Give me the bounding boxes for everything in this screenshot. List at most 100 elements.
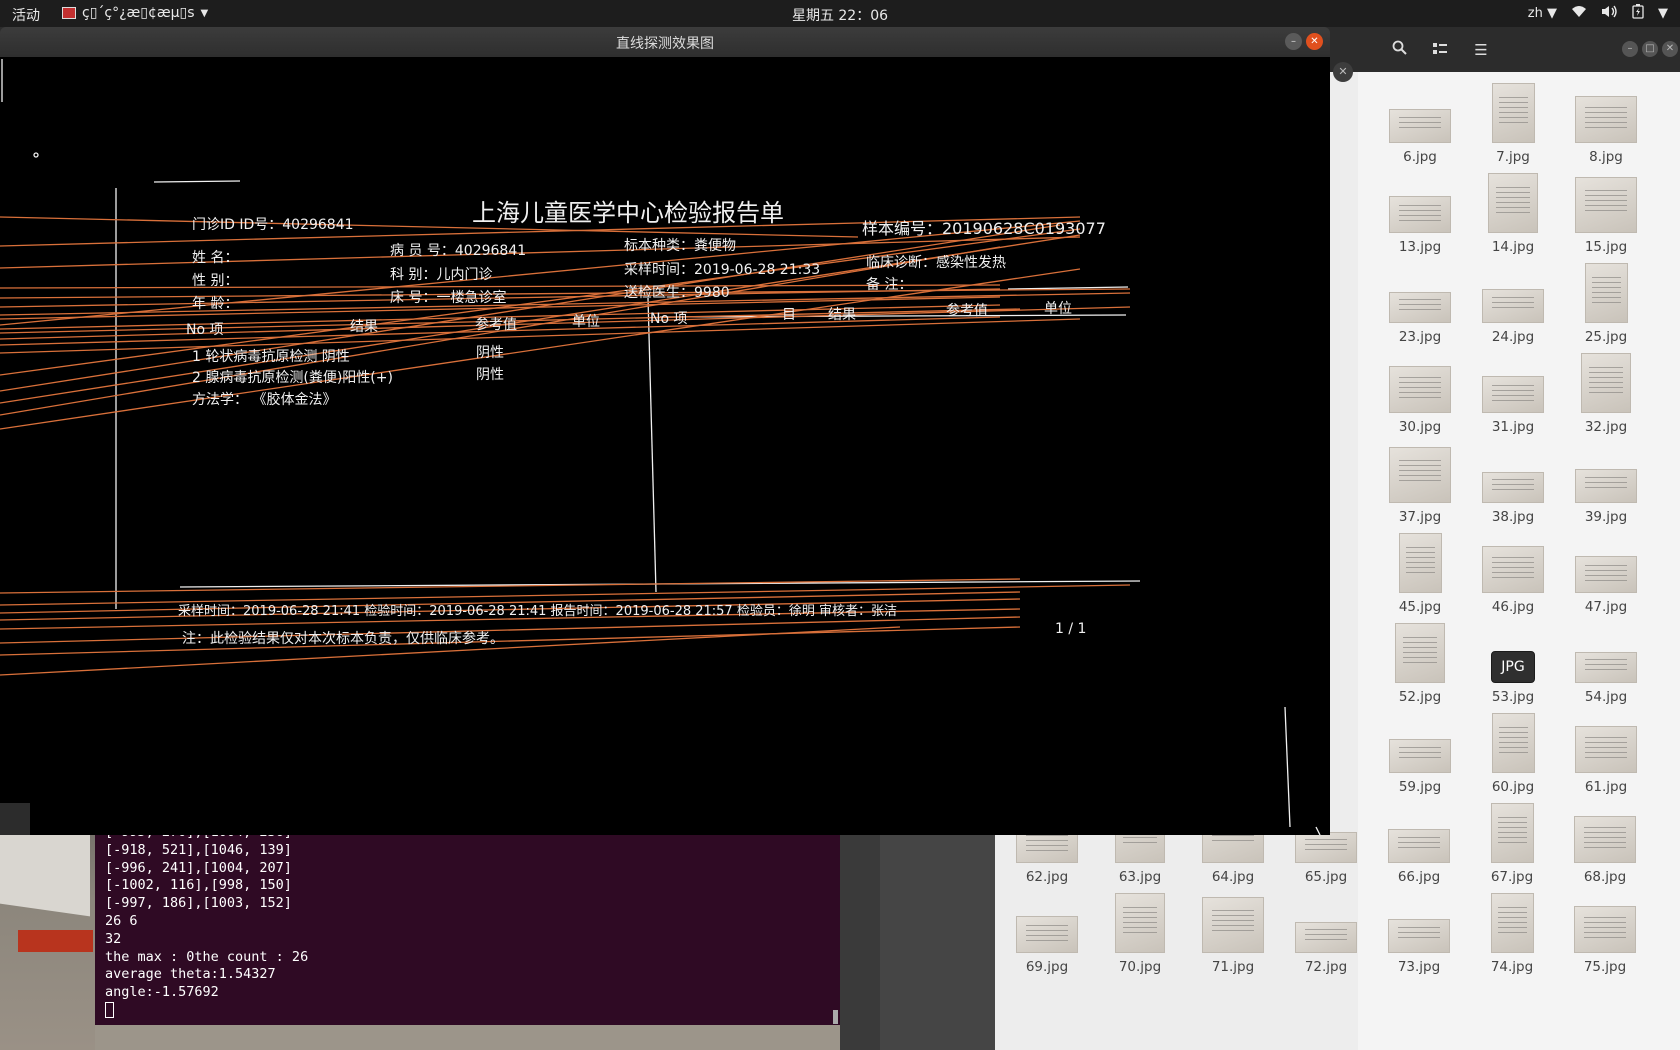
maximize-icon[interactable]: □ (1642, 41, 1658, 57)
file-item[interactable]: 45.jpg (1380, 529, 1460, 615)
file-item[interactable]: 30.jpg (1380, 349, 1460, 435)
file-item[interactable]: 24.jpg (1473, 259, 1553, 345)
hough-line (0, 578, 1021, 594)
system-tray[interactable]: zh ▼ ▼ (1528, 4, 1668, 23)
file-name: 65.jpg (1304, 869, 1348, 885)
file-item[interactable]: 61.jpg (1566, 709, 1646, 795)
power-menu-chevron-icon[interactable]: ▼ (1658, 6, 1668, 21)
report-col-unit: 单位 (572, 314, 600, 330)
file-item[interactable]: 38.jpg (1473, 439, 1553, 525)
file-name: 52.jpg (1398, 689, 1442, 705)
hough-line (0, 616, 1021, 644)
file-item[interactable]: 66.jpg (1379, 799, 1459, 885)
file-item[interactable]: 25.jpg (1566, 259, 1646, 345)
file-thumbnail (1581, 353, 1631, 413)
file-item[interactable]: 14.jpg (1473, 169, 1553, 255)
file-item[interactable]: 67.jpg (1472, 799, 1552, 885)
file-item[interactable]: JPG 53.jpg (1473, 619, 1553, 705)
search-icon[interactable] (1386, 38, 1412, 62)
file-item[interactable]: 74.jpg (1472, 889, 1552, 975)
file-item[interactable]: 13.jpg (1380, 169, 1460, 255)
report-age: 年 龄： (192, 296, 238, 312)
file-item[interactable]: 7.jpg (1473, 79, 1553, 165)
file-name: 63.jpg (1118, 869, 1162, 885)
file-thumbnail (1482, 376, 1544, 413)
file-name: 6.jpg (1403, 149, 1437, 165)
report-col-refvalue: 参考值 (475, 316, 517, 333)
report-heading: 上海儿童医学中心检验报告单 (472, 199, 784, 227)
file-name: 74.jpg (1490, 959, 1534, 975)
file-thumbnail (1491, 803, 1534, 863)
file-item[interactable]: 47.jpg (1566, 529, 1646, 615)
clock[interactable]: 星期五 22：06 (0, 5, 1680, 25)
window-titlebar[interactable]: 直线探测效果图 – ✕ (0, 27, 1330, 57)
file-item[interactable]: 15.jpg (1566, 169, 1646, 255)
report-footer-note: 注：此检验结果仅对本次标本负责，仅供临床参考。 (182, 630, 504, 647)
close-icon[interactable]: ✕ (1662, 41, 1678, 57)
file-thumbnail (1388, 829, 1450, 863)
file-thumbnail (1491, 893, 1534, 953)
file-item[interactable]: 70.jpg (1100, 889, 1180, 975)
file-thumbnail (1492, 713, 1535, 773)
file-item[interactable]: 69.jpg (1007, 889, 1087, 975)
file-item[interactable]: 75.jpg (1565, 889, 1645, 975)
file-name: 25.jpg (1584, 329, 1628, 345)
minimize-icon[interactable]: – (1622, 41, 1638, 57)
file-item[interactable]: 54.jpg (1566, 619, 1646, 705)
terminal-line: [-996, 241],[1004, 207] (105, 859, 292, 876)
file-name: 69.jpg (1025, 959, 1069, 975)
file-item[interactable]: 72.jpg (1286, 889, 1366, 975)
file-item[interactable]: 59.jpg (1380, 709, 1460, 795)
file-name: 66.jpg (1397, 869, 1441, 885)
background-object (18, 930, 93, 952)
file-item[interactable]: 71.jpg (1193, 889, 1273, 975)
report-page: 1 / 1 (1055, 621, 1086, 637)
file-item[interactable]: 52.jpg (1380, 619, 1460, 705)
file-thumbnail (1295, 922, 1357, 953)
file-item[interactable]: 46.jpg (1473, 529, 1553, 615)
terminal-line: the max : 0the count : 26 (105, 948, 309, 965)
file-item[interactable]: 6.jpg (1380, 79, 1460, 165)
file-thumbnail (1389, 366, 1451, 413)
terminal-line: average theta:1.54327 (105, 966, 276, 983)
wifi-icon[interactable] (1571, 5, 1587, 22)
file-item[interactable]: 31.jpg (1473, 349, 1553, 435)
report-col-no: No 项 (186, 322, 224, 338)
file-name: 31.jpg (1491, 419, 1535, 435)
jpg-file-icon: JPG (1491, 651, 1535, 683)
report-col-result2: 结果 (828, 307, 856, 323)
file-name: 62.jpg (1025, 869, 1069, 885)
input-method-indicator[interactable]: zh ▼ (1528, 6, 1557, 21)
minimize-icon[interactable]: – (1285, 33, 1302, 50)
volume-icon[interactable] (1601, 5, 1618, 22)
terminal-prompt[interactable] (105, 1001, 840, 1020)
file-name: 38.jpg (1491, 509, 1535, 525)
report-footer: 采样时间：2019-06-28 21:41 检验时间：2019-06-28 21… (178, 603, 897, 619)
terminal-scrollbar[interactable] (833, 1010, 838, 1024)
report-col-ref2: 参考值 (946, 302, 988, 319)
file-item[interactable]: 37.jpg (1380, 439, 1460, 525)
file-thumbnail (1115, 893, 1165, 953)
desktop-background-bottom (95, 1025, 840, 1050)
file-thumbnail (1389, 109, 1451, 143)
line-detection-window[interactable]: 直线探测效果图 – ✕ 上海儿童医学中心检验报告单 样本编号：20190628C… (0, 27, 1330, 835)
terminal-window[interactable]: [-995, 270],[1004, 236] [-918, 521],[104… (95, 820, 840, 1025)
file-item[interactable]: 60.jpg (1473, 709, 1553, 795)
edge-dot (33, 152, 39, 158)
file-name: 72.jpg (1304, 959, 1348, 975)
menu-icon[interactable]: ☰ (1468, 38, 1494, 62)
file-item[interactable]: 73.jpg (1379, 889, 1459, 975)
file-item[interactable]: 39.jpg (1566, 439, 1646, 525)
file-thumbnail (1482, 546, 1544, 593)
file-thumbnail (1399, 533, 1442, 593)
file-name: 71.jpg (1211, 959, 1255, 975)
file-item[interactable]: 23.jpg (1380, 259, 1460, 345)
close-icon[interactable]: ✕ (1306, 33, 1323, 50)
file-item[interactable]: 32.jpg (1566, 349, 1646, 435)
file-item[interactable]: 68.jpg (1565, 799, 1645, 885)
file-thumbnail (1482, 472, 1544, 503)
file-item[interactable]: 8.jpg (1566, 79, 1646, 165)
battery-icon[interactable] (1632, 4, 1644, 23)
close-icon[interactable]: ✕ (1333, 62, 1353, 82)
view-options-icon[interactable] (1427, 38, 1453, 62)
